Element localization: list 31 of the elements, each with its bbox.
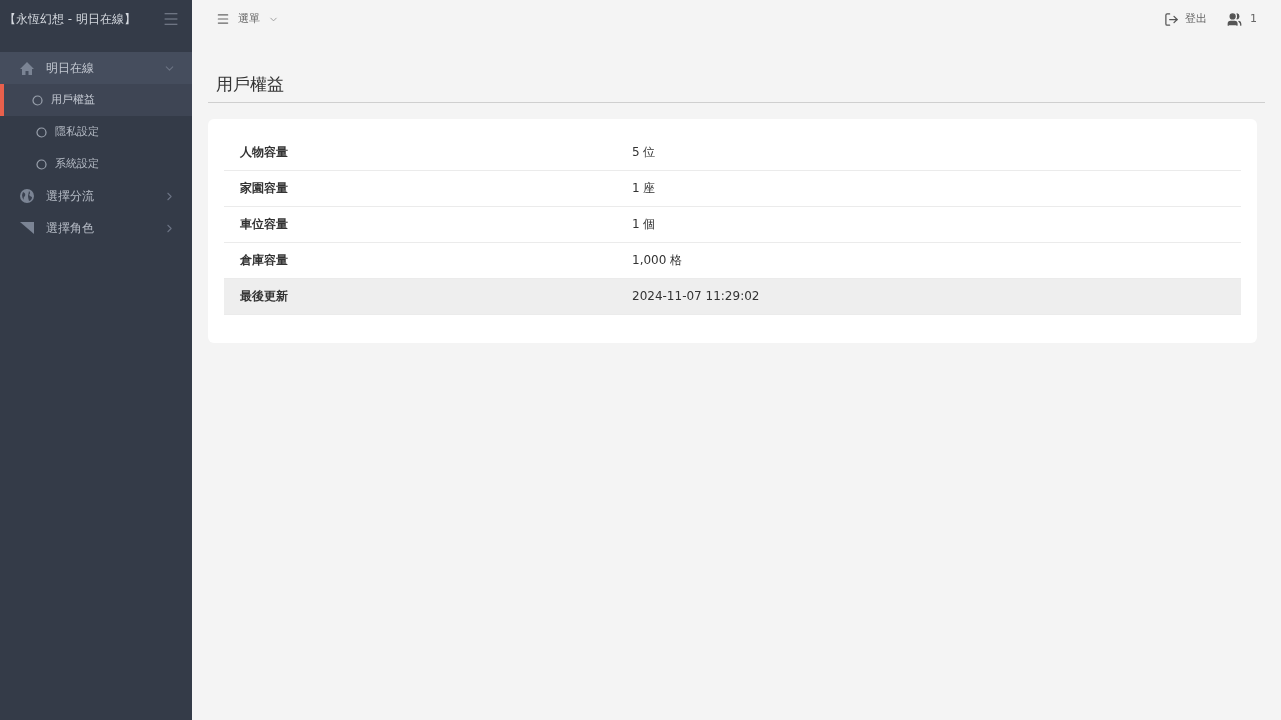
home-icon	[20, 61, 34, 75]
circle-icon	[36, 126, 47, 138]
menu-icon	[216, 12, 230, 26]
globe-icon	[20, 189, 34, 203]
row-value: 2024-11-07 11:29:02	[632, 288, 760, 305]
users-icon	[1227, 11, 1242, 27]
sidebar-subitem[interactable]: 用戶權益	[0, 84, 192, 116]
menu-icon[interactable]	[162, 10, 180, 28]
sidebar-item[interactable]: 選擇角色	[0, 212, 192, 244]
row-label: 車位容量	[239, 216, 289, 233]
sidebar-item[interactable]: 明日在線	[0, 52, 192, 84]
users-button[interactable]: 1	[1227, 10, 1257, 28]
logout-button[interactable]: 登出	[1164, 10, 1207, 28]
menu-dropdown[interactable]: 選單	[216, 10, 279, 28]
sidebar-subitem[interactable]: 系統設定	[0, 148, 192, 180]
circle-icon	[32, 94, 43, 106]
row-label: 人物容量	[239, 144, 289, 161]
sidebar-subitem[interactable]: 隱私設定	[0, 116, 192, 148]
row-value: 5 位	[632, 144, 656, 161]
app-title: 【永恆幻想 - 明日在線】	[4, 11, 136, 28]
sidebar-item[interactable]: 選擇分流	[0, 180, 192, 212]
row-label: 倉庫容量	[239, 252, 289, 269]
row-value: 1 個	[632, 216, 656, 233]
row-label: 最後更新	[239, 288, 289, 305]
row-label: 家園容量	[239, 180, 289, 197]
pennant-icon	[20, 222, 34, 234]
logout-icon	[1164, 11, 1179, 27]
row-value: 1 座	[632, 180, 656, 197]
page-title: 用戶權益	[208, 72, 1265, 103]
row-value: 1,000 格	[632, 252, 683, 269]
circle-icon	[36, 158, 47, 170]
